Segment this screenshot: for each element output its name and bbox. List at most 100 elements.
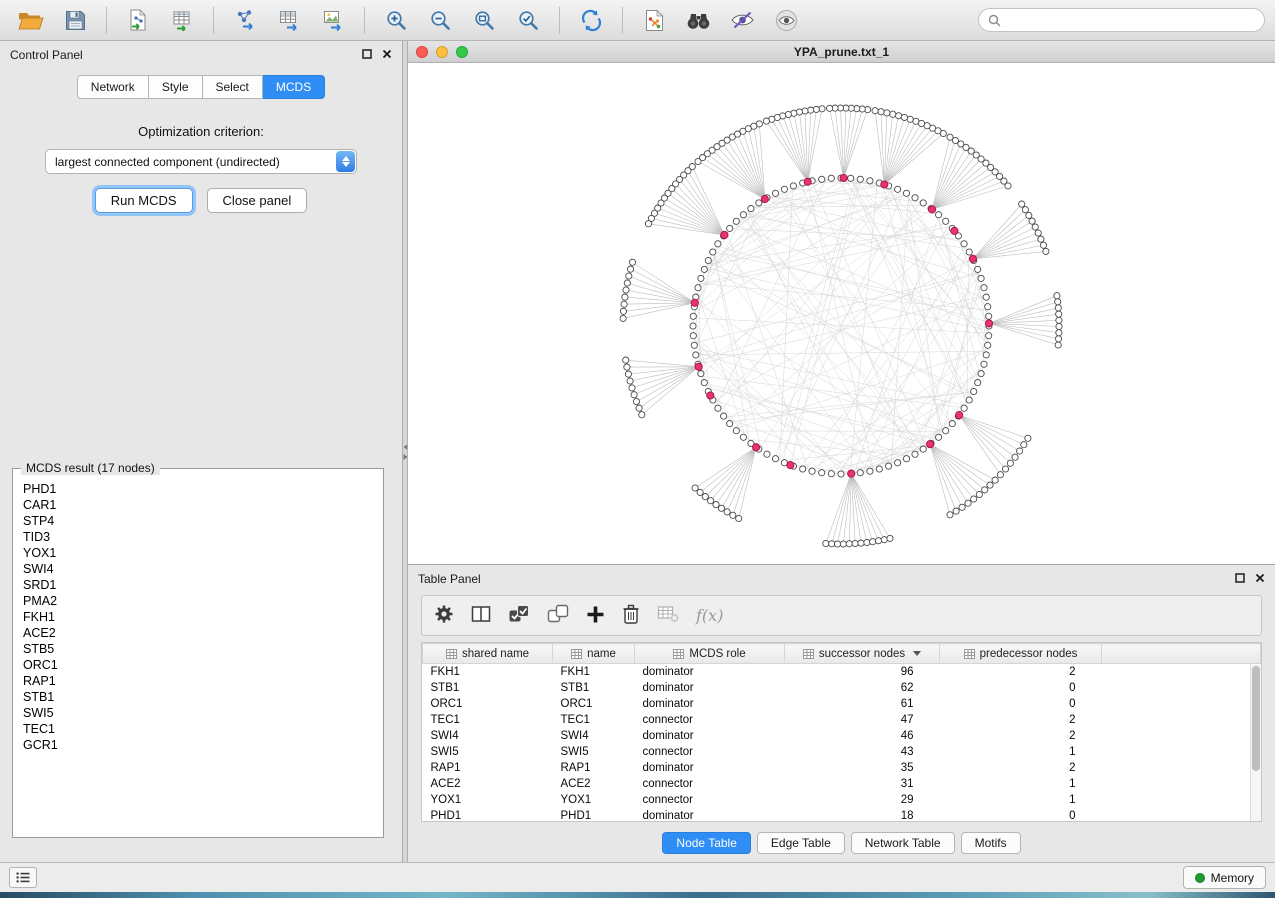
- table-cell[interactable]: dominator: [635, 680, 785, 696]
- table-cell[interactable]: STB1: [553, 680, 635, 696]
- column-header-shared-name[interactable]: shared name: [423, 644, 553, 664]
- table-cell[interactable]: 46: [785, 728, 940, 744]
- tab-motifs[interactable]: Motifs: [961, 832, 1021, 854]
- tab-select[interactable]: Select: [203, 75, 263, 99]
- float-panel-button[interactable]: [362, 48, 372, 62]
- delete-table-button[interactable]: [657, 605, 679, 626]
- table-cell[interactable]: 61: [785, 696, 940, 712]
- table-cell[interactable]: PHD1: [423, 808, 553, 822]
- column-header-name[interactable]: name: [553, 644, 635, 664]
- table-cell[interactable]: SWI5: [423, 744, 553, 760]
- table-cell[interactable]: 2: [940, 760, 1102, 776]
- mcds-result-item[interactable]: SRD1: [23, 577, 373, 593]
- table-cell[interactable]: FKH1: [553, 664, 635, 681]
- mcds-result-item[interactable]: FKH1: [23, 609, 373, 625]
- table-cell[interactable]: TEC1: [553, 712, 635, 728]
- table-cell[interactable]: dominator: [635, 664, 785, 681]
- table-cell[interactable]: 1: [940, 776, 1102, 792]
- export-table-button[interactable]: [268, 4, 310, 37]
- mcds-result-item[interactable]: YOX1: [23, 545, 373, 561]
- mcds-result-item[interactable]: PHD1: [23, 481, 373, 497]
- table-cell[interactable]: FKH1: [423, 664, 553, 681]
- column-header-mcds-role[interactable]: MCDS role: [635, 644, 785, 664]
- save-session-button[interactable]: [54, 4, 96, 37]
- table-cell[interactable]: 47: [785, 712, 940, 728]
- table-settings-button[interactable]: [434, 604, 454, 627]
- table-row[interactable]: SWI5SWI5connector431: [423, 744, 1261, 760]
- table-row[interactable]: ACE2ACE2connector311: [423, 776, 1261, 792]
- create-column-button[interactable]: [586, 605, 605, 627]
- hide-selected-button[interactable]: [721, 4, 763, 37]
- table-cell[interactable]: ORC1: [423, 696, 553, 712]
- table-cell[interactable]: connector: [635, 744, 785, 760]
- tab-edge-table[interactable]: Edge Table: [757, 832, 845, 854]
- table-row[interactable]: PHD1PHD1dominator180: [423, 808, 1261, 822]
- table-cell[interactable]: dominator: [635, 728, 785, 744]
- table-cell[interactable]: 0: [940, 680, 1102, 696]
- status-menu-button[interactable]: [9, 867, 37, 888]
- window-maximize-button[interactable]: [456, 46, 468, 58]
- table-row[interactable]: TEC1TEC1connector472: [423, 712, 1261, 728]
- memory-button[interactable]: Memory: [1183, 866, 1266, 889]
- table-scrollbar[interactable]: [1250, 664, 1261, 821]
- table-cell[interactable]: connector: [635, 712, 785, 728]
- criterion-dropdown[interactable]: largest connected component (undirected): [45, 149, 357, 174]
- table-cell[interactable]: 35: [785, 760, 940, 776]
- table-row[interactable]: SWI4SWI4dominator462: [423, 728, 1261, 744]
- window-close-button[interactable]: [416, 46, 428, 58]
- mcds-result-item[interactable]: SWI5: [23, 705, 373, 721]
- column-header-successor-nodes[interactable]: successor nodes: [785, 644, 940, 664]
- table-row[interactable]: YOX1YOX1connector291: [423, 792, 1261, 808]
- zoom-in-button[interactable]: [375, 4, 417, 37]
- table-cell[interactable]: SWI5: [553, 744, 635, 760]
- mcds-result-item[interactable]: TEC1: [23, 721, 373, 737]
- mcds-result-item[interactable]: STP4: [23, 513, 373, 529]
- table-cell[interactable]: 29: [785, 792, 940, 808]
- table-scrollbar-thumb[interactable]: [1252, 666, 1260, 771]
- mcds-result-item[interactable]: STB1: [23, 689, 373, 705]
- table-cell[interactable]: YOX1: [423, 792, 553, 808]
- close-table-panel-button[interactable]: [1255, 572, 1265, 586]
- zoom-selected-button[interactable]: [507, 4, 549, 37]
- tab-network-table[interactable]: Network Table: [851, 832, 955, 854]
- mcds-result-item[interactable]: ACE2: [23, 625, 373, 641]
- zoom-out-button[interactable]: [419, 4, 461, 37]
- mcds-result-item[interactable]: RAP1: [23, 673, 373, 689]
- table-cell[interactable]: 2: [940, 728, 1102, 744]
- close-panel-button[interactable]: [382, 48, 392, 62]
- table-cell[interactable]: PHD1: [553, 808, 635, 822]
- mcds-result-item[interactable]: TID3: [23, 529, 373, 545]
- table-cell[interactable]: dominator: [635, 696, 785, 712]
- function-builder-button[interactable]: f(x): [696, 606, 723, 625]
- mcds-result-item[interactable]: STB5: [23, 641, 373, 657]
- refresh-view-button[interactable]: [570, 4, 612, 37]
- table-cell[interactable]: 96: [785, 664, 940, 681]
- tab-network[interactable]: Network: [77, 75, 149, 99]
- import-table-file-button[interactable]: [161, 4, 203, 37]
- table-row[interactable]: RAP1RAP1dominator352: [423, 760, 1261, 776]
- search-input[interactable]: [1007, 13, 1255, 27]
- table-cell[interactable]: ACE2: [553, 776, 635, 792]
- table-cell[interactable]: 1: [940, 792, 1102, 808]
- tab-mcds[interactable]: MCDS: [263, 75, 325, 99]
- run-mcds-button[interactable]: Run MCDS: [95, 188, 193, 213]
- export-network-button[interactable]: [224, 4, 266, 37]
- table-cell[interactable]: 18: [785, 808, 940, 822]
- table-cell[interactable]: 2: [940, 664, 1102, 681]
- table-cell[interactable]: RAP1: [553, 760, 635, 776]
- table-cell[interactable]: STB1: [423, 680, 553, 696]
- splitter-collapse-icon[interactable]: [403, 443, 407, 461]
- table-cell[interactable]: ORC1: [553, 696, 635, 712]
- mcds-result-item[interactable]: SWI4: [23, 561, 373, 577]
- table-cell[interactable]: 31: [785, 776, 940, 792]
- table-row[interactable]: ORC1ORC1dominator610: [423, 696, 1261, 712]
- table-row[interactable]: FKH1FKH1dominator962: [423, 664, 1261, 681]
- mcds-result-item[interactable]: ORC1: [23, 657, 373, 673]
- document-share-button[interactable]: [633, 4, 675, 37]
- network-canvas[interactable]: [409, 63, 1274, 564]
- table-cell[interactable]: RAP1: [423, 760, 553, 776]
- table-cell[interactable]: SWI4: [553, 728, 635, 744]
- table-cell[interactable]: 0: [940, 696, 1102, 712]
- select-all-columns-button[interactable]: [508, 604, 530, 627]
- find-button[interactable]: [677, 4, 719, 37]
